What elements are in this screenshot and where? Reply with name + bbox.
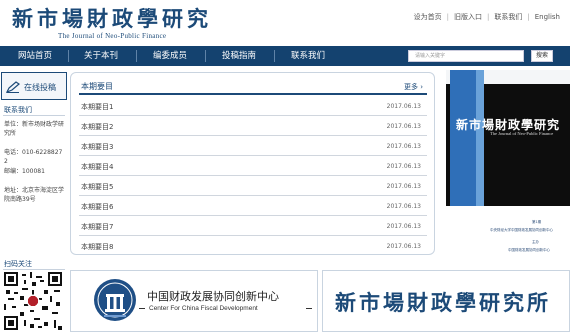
submit-pencil-icon xyxy=(6,81,20,93)
list-item-title[interactable]: 本期要目4 xyxy=(81,162,113,172)
qr-section-title: 扫码关注 xyxy=(4,260,32,268)
nav-home[interactable]: 网站首页 xyxy=(18,46,52,66)
online-submission-button[interactable]: 在线投稿 xyxy=(1,72,67,100)
list-item-title[interactable]: 本期要目6 xyxy=(81,202,113,212)
old-version-link[interactable]: 旧版入口 xyxy=(454,12,482,22)
list-item-date: 2017.06.13 xyxy=(386,203,421,210)
list-item[interactable]: 本期要目3 2017.06.13 xyxy=(79,136,427,156)
site-header: 新市場財政學研究 The Journal of Neo-Public Finan… xyxy=(0,0,570,44)
cover-issue: 第1期 xyxy=(532,220,542,224)
cover-subtitle: The Journal of Neo-Public Finance xyxy=(490,131,554,136)
set-homepage-link[interactable]: 设为首页 xyxy=(414,12,442,22)
qr-code-icon xyxy=(4,272,62,330)
divider: | xyxy=(487,13,490,21)
english-link[interactable]: English xyxy=(535,13,560,21)
list-item-date: 2017.06.13 xyxy=(386,123,421,130)
list-item-date: 2017.06.13 xyxy=(386,223,421,230)
search-button[interactable]: 搜索 xyxy=(531,50,553,62)
sidebar: 在线投稿 联系我们 单位：新市场财政学研究所 电话：010-62288272 邮… xyxy=(0,70,68,255)
list-item-title[interactable]: 本期要目1 xyxy=(81,102,113,112)
nav-divider xyxy=(274,50,275,62)
list-item-date: 2017.06.13 xyxy=(386,183,421,190)
contact-phone: 电话：010-62288272 xyxy=(4,149,63,165)
contact-divider xyxy=(3,115,65,116)
rule-right xyxy=(306,308,312,309)
main-nav: 网站首页 关于本刊 编委成员 投稿指南 联系我们 请输入关键字 搜索 xyxy=(0,46,570,66)
fiscal-center-banner[interactable]: 中国财政发展协同创新中心 Center For China Fiscal Dev… xyxy=(70,270,318,332)
list-item-title[interactable]: 本期要目5 xyxy=(81,182,113,192)
institute-banner[interactable]: 新市場財政學研究所 xyxy=(322,270,570,332)
list-item-date: 2017.06.13 xyxy=(386,163,421,170)
contact-us-link[interactable]: 联系我们 xyxy=(494,12,522,22)
list-item-title[interactable]: 本期要目2 xyxy=(81,122,113,132)
nav-editorial-board[interactable]: 编委成员 xyxy=(153,46,187,66)
nav-submission-guide[interactable]: 投稿指南 xyxy=(222,46,256,66)
list-item[interactable]: 本期要目4 2017.06.13 xyxy=(79,156,427,176)
list-item-date: 2017.06.13 xyxy=(386,243,421,250)
list-item-title[interactable]: 本期要目3 xyxy=(81,142,113,152)
journal-cover-image[interactable]: 新市場財政學研究 The Journal of Neo-Public Finan… xyxy=(446,70,570,268)
nav-about[interactable]: 关于本刊 xyxy=(84,46,118,66)
list-item[interactable]: 本期要目1 2017.06.13 xyxy=(79,96,427,116)
contact-unit: 单位：新市场财政学研究所 xyxy=(4,121,65,137)
nav-contact[interactable]: 联系我们 xyxy=(291,46,325,66)
top-links: 设为首页 | 旧版入口 | 联系我们 | English xyxy=(414,12,560,22)
divider: | xyxy=(527,13,530,21)
fiscal-center-logo-icon xyxy=(94,279,136,321)
list-item[interactable]: 本期要目2 2017.06.13 xyxy=(79,116,427,136)
list-item[interactable]: 本期要目6 2017.06.13 xyxy=(79,196,427,216)
list-item-title[interactable]: 本期要目8 xyxy=(81,242,113,252)
list-item[interactable]: 本期要目5 2017.06.13 xyxy=(79,176,427,196)
issue-contents-panel: 本期要目 更多 › 本期要目1 2017.06.13 本期要目2 2017.06… xyxy=(70,72,435,255)
list-item-date: 2017.06.13 xyxy=(386,143,421,150)
contact-title: 联系我们 xyxy=(4,106,32,114)
qr-divider xyxy=(3,269,65,270)
cover-bottom-panel xyxy=(446,206,570,268)
list-item-title[interactable]: 本期要目7 xyxy=(81,222,113,232)
cover-publisher: 中央财经大学中国财政发展协同创新中心 xyxy=(490,228,553,232)
site-logo-title[interactable]: 新市場財政學研究 xyxy=(12,3,212,33)
list-item-date: 2017.06.13 xyxy=(386,103,421,110)
nav-divider xyxy=(68,50,69,62)
nav-divider xyxy=(205,50,206,62)
institute-name: 新市場財政學研究所 xyxy=(335,290,551,315)
contact-postcode: 邮编：100081 xyxy=(4,168,45,175)
panel-title: 本期要目 xyxy=(81,82,113,91)
rule-left xyxy=(139,308,145,309)
search-input[interactable]: 请输入关键字 xyxy=(408,50,524,62)
fiscal-center-name-cn: 中国财政发展协同创新中心 xyxy=(147,290,279,303)
panel-header: 本期要目 更多 › xyxy=(79,81,427,95)
more-link[interactable]: 更多 › xyxy=(404,82,423,92)
submit-label: 在线投稿 xyxy=(24,83,56,92)
cover-host-label: 主办 xyxy=(532,240,539,244)
list-item[interactable]: 本期要目8 2017.06.13 xyxy=(79,236,427,256)
site-logo-subtitle: The Journal of Neo-Public Finance xyxy=(58,32,167,40)
nav-divider xyxy=(136,50,137,62)
fiscal-center-name-en: Center For China Fiscal Development xyxy=(149,305,258,312)
cover-host: 中国财政发展协同创新中心 xyxy=(508,248,550,252)
contact-address: 地址：北京市海淀区学院南路39号 xyxy=(4,187,65,203)
divider: | xyxy=(446,13,449,21)
list-item[interactable]: 本期要目7 2017.06.13 xyxy=(79,216,427,236)
